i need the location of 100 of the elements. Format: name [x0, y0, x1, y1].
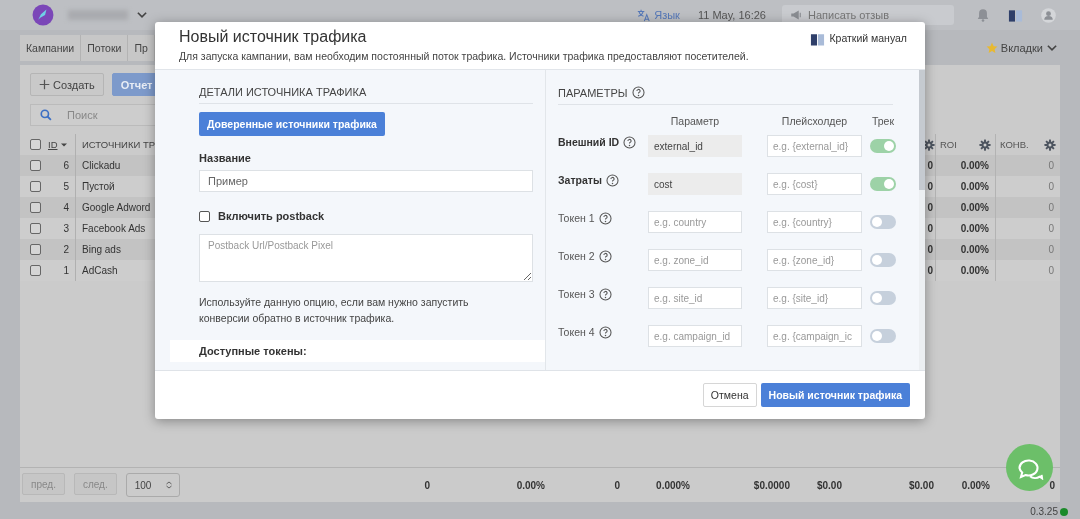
total-cell: 0.000% [656, 479, 690, 491]
create-button[interactable]: Создать [30, 73, 104, 96]
table-cell: 0 [927, 160, 933, 171]
parameter-field[interactable]: e.g. country [648, 211, 742, 233]
table-cell: 0 [927, 181, 933, 192]
page-size-select[interactable]: 100 [125, 473, 181, 497]
placeholder-field[interactable]: e.g. {zone_id} [767, 249, 862, 271]
updown-icon [165, 480, 174, 490]
manual-link[interactable]: Краткий мануал [810, 32, 907, 48]
scrollbar[interactable] [919, 70, 925, 370]
track-toggle[interactable] [870, 253, 896, 267]
parameter-field[interactable]: external_id [648, 135, 742, 157]
trusted-sources-button[interactable]: Доверенные источники трафика [199, 112, 385, 136]
param-label: Внешний ID [558, 136, 620, 148]
table-cell: 0 [1048, 265, 1054, 276]
plus-icon [39, 79, 50, 90]
column-header[interactable]: КОНВ. [1000, 139, 1029, 150]
table-cell: Bing ads [82, 244, 121, 255]
total-cell: 0 [424, 479, 430, 491]
parameter-field[interactable]: e.g. site_id [648, 287, 742, 309]
column-header[interactable]: ID [48, 139, 58, 150]
total-cell: 0.00% [961, 479, 990, 491]
table-cell: Facebook Ads [82, 223, 146, 234]
table-cell: 0.00% [960, 265, 989, 276]
table-cell: 0 [1048, 160, 1054, 171]
submit-button[interactable]: Новый источник трафика [760, 383, 910, 407]
track-toggle[interactable] [870, 215, 896, 229]
row-checkbox[interactable] [30, 265, 41, 276]
help-icon [632, 86, 646, 99]
column-header[interactable]: ИСТОЧНИКИ ТР [82, 139, 156, 150]
modal-subtitle: Для запуска кампании, вам необходим постоянный поток трафика. Источники трафика предоставляют посетителей. [179, 50, 750, 62]
placeholder-field[interactable]: e.g. {external_id} [767, 135, 862, 157]
param-label: Затраты [558, 174, 602, 186]
row-checkbox[interactable] [30, 244, 41, 255]
megaphone-icon [790, 9, 803, 21]
table-cell: Пустой [82, 181, 115, 192]
name-field[interactable]: Пример [199, 170, 533, 192]
total-cell: $0.00 [908, 479, 934, 491]
chevron-down-icon [1046, 42, 1058, 54]
track-toggle[interactable] [870, 329, 896, 343]
postback-checkbox[interactable] [199, 210, 210, 222]
help-text: Используйте данную опцию, если вам нужно запустить конверсии обратно в источник трафика. [199, 295, 470, 326]
select-all-checkbox[interactable] [30, 139, 41, 150]
table-cell: 0 [927, 265, 933, 276]
table-cell: 1 [63, 265, 69, 276]
table-cell: 0.00% [960, 244, 989, 255]
param-label: Токен 4 [558, 326, 595, 338]
book-icon [1008, 7, 1023, 23]
table-cell: 6 [63, 160, 69, 171]
parameter-field[interactable]: e.g. zone_id [648, 249, 742, 271]
feedback-field[interactable]: Написать отзыв [782, 5, 954, 25]
translate-icon [637, 8, 651, 22]
row-checkbox[interactable] [30, 181, 41, 192]
total-cell: 0 [1049, 479, 1055, 491]
table-cell: 0.00% [960, 160, 989, 171]
help-icon [598, 287, 612, 301]
table-cell: 0.00% [960, 181, 989, 192]
track-toggle[interactable] [870, 177, 896, 191]
total-cell: 0.00% [516, 479, 545, 491]
table-cell: 3 [63, 223, 69, 234]
nav-tab[interactable]: Потоки [81, 35, 129, 61]
tabs-menu[interactable]: Вкладки [985, 42, 1058, 54]
postback-field[interactable]: Postback Url/Postback Pixel [199, 234, 533, 282]
table-cell: AdCash [82, 265, 118, 276]
placeholder-field[interactable]: e.g. {cost} [767, 173, 862, 195]
table-cell: 2 [63, 244, 69, 255]
table-cell: 0 [1048, 181, 1054, 192]
total-cell: $0.00 [816, 479, 842, 491]
help-icon [623, 135, 637, 149]
placeholder-field[interactable]: e.g. {campaign_ic [767, 325, 862, 347]
placeholder-field[interactable]: e.g. {site_id} [767, 287, 862, 309]
table-cell: 0 [927, 244, 933, 255]
table-cell: 0.00% [960, 202, 989, 213]
track-toggle[interactable] [870, 291, 896, 305]
help-icon [598, 325, 612, 339]
nav-tab[interactable]: Пр [128, 35, 155, 61]
column-header: Трек [870, 115, 896, 127]
placeholder-field[interactable]: e.g. {country} [767, 211, 862, 233]
row-checkbox[interactable] [30, 160, 41, 171]
table-cell: 4 [63, 202, 69, 213]
param-label: Токен 2 [558, 250, 595, 262]
param-label: Токен 1 [558, 212, 595, 224]
cancel-button[interactable]: Отмена [702, 383, 757, 407]
row-checkbox[interactable] [30, 223, 41, 234]
modal-title: Новый источник трафика [179, 28, 368, 46]
star-icon [985, 42, 998, 54]
user-icon [1041, 7, 1056, 23]
help-icon [598, 249, 612, 263]
row-checkbox[interactable] [30, 202, 41, 213]
logo-icon [32, 4, 54, 26]
track-toggle[interactable] [870, 139, 896, 153]
parameter-field[interactable]: cost [648, 173, 742, 195]
column-header[interactable]: ROI [940, 139, 957, 150]
section-heading: ПАРАМЕТРЫ [558, 86, 628, 99]
book-icon [810, 32, 826, 47]
nav-tab[interactable]: Кампании [20, 35, 82, 61]
parameter-field[interactable]: e.g. campaign_id [648, 325, 742, 347]
table-cell: 0.00% [960, 223, 989, 234]
bell-icon [976, 7, 990, 22]
total-cell: $0.0000 [753, 479, 790, 491]
